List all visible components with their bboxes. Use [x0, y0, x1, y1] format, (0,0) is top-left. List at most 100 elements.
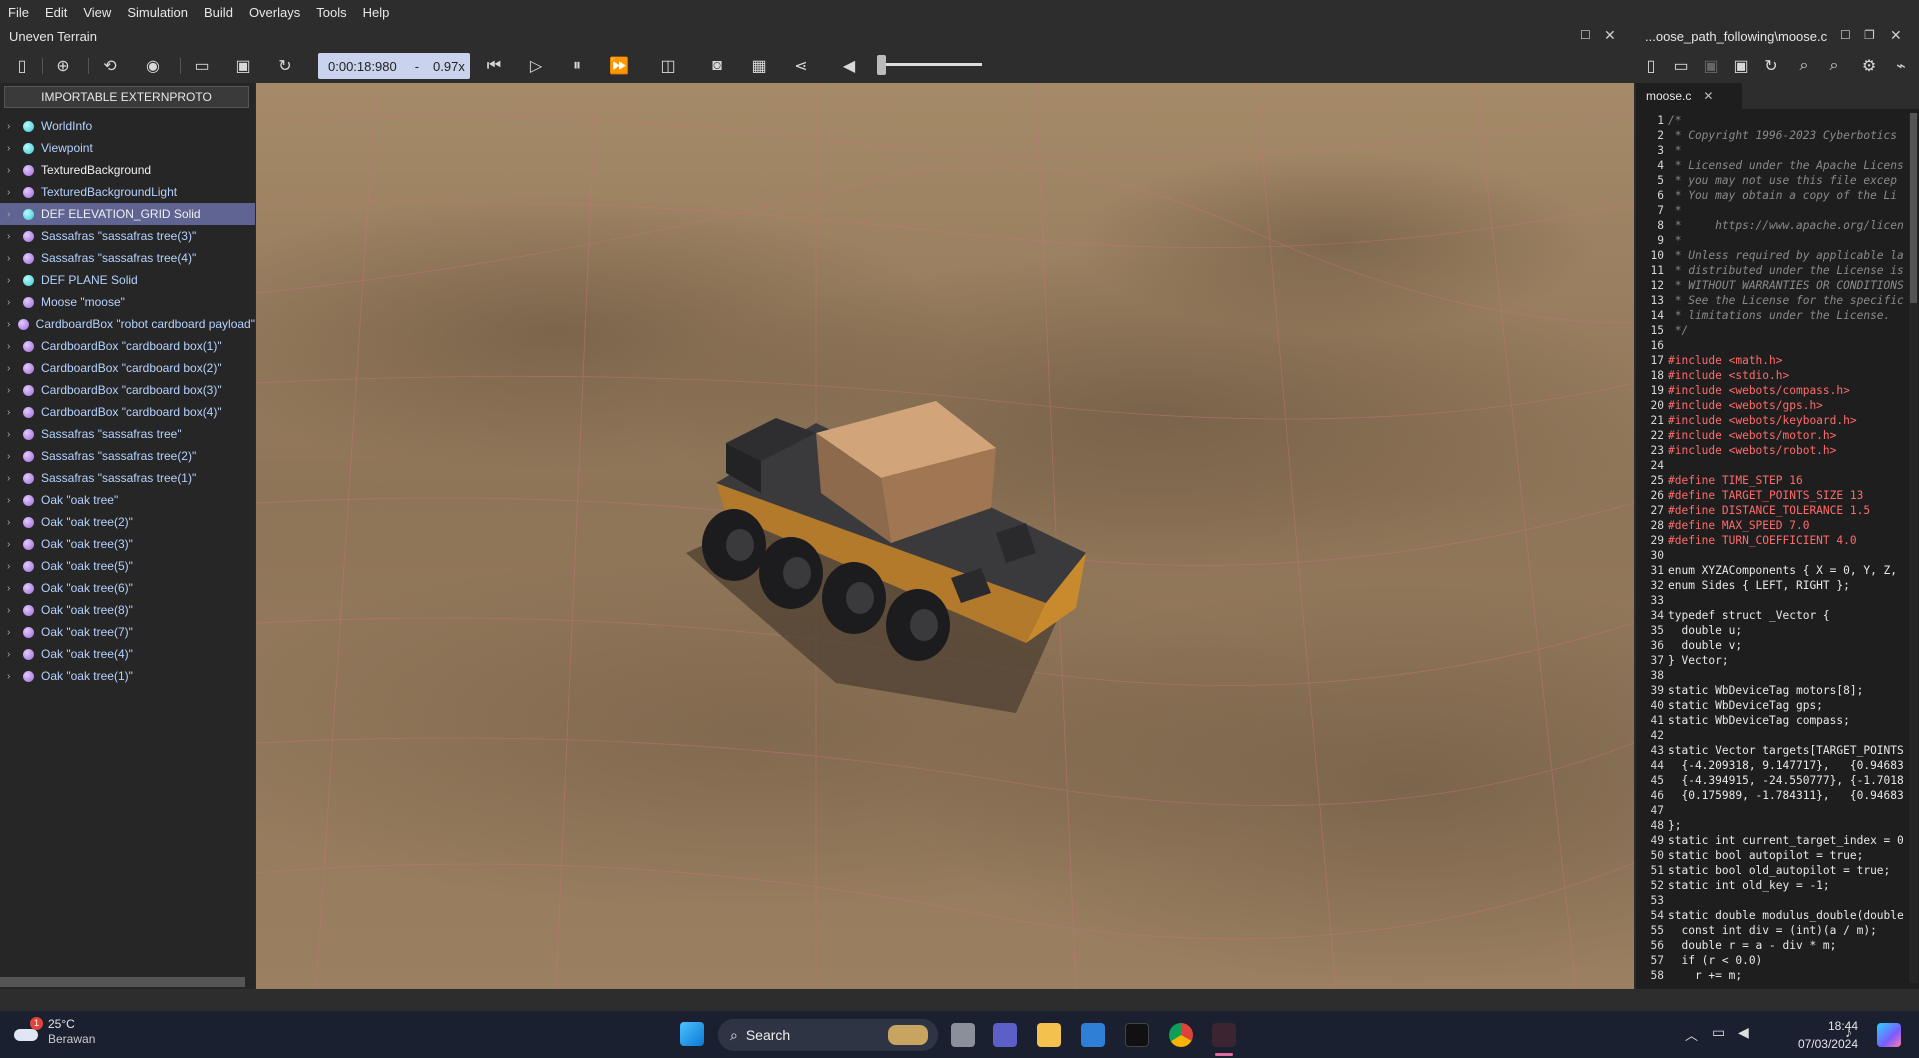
code-line[interactable]: 15 */: [1636, 323, 1919, 338]
code-line[interactable]: 27 #define DISTANCE_TOLERANCE 1.5: [1636, 503, 1919, 518]
volume-slider[interactable]: [880, 63, 982, 66]
menu-build[interactable]: Build: [196, 5, 241, 20]
code-line[interactable]: 46 {0.175989, -1.784311}, {0.94683: [1636, 788, 1919, 803]
copilot-icon[interactable]: [1877, 1023, 1901, 1047]
record-movie-icon[interactable]: ▦: [748, 55, 770, 77]
code-line[interactable]: 25 #define TIME_STEP 16: [1636, 473, 1919, 488]
step-back-icon[interactable]: ⏮: [483, 55, 505, 77]
volume-slider-handle[interactable]: [877, 55, 886, 75]
toggle-scene-tree-icon[interactable]: ▯: [11, 55, 33, 77]
chevron-right-icon[interactable]: ›: [7, 297, 17, 308]
volume-icon[interactable]: ◀: [838, 55, 860, 77]
scene-tree-item[interactable]: › Oak "oak tree(3)": [0, 533, 255, 555]
build-settings-icon[interactable]: ⚙: [1858, 55, 1880, 77]
scene-tree-item[interactable]: › CardboardBox "cardboard box(2)": [0, 357, 255, 379]
scene-tree-item[interactable]: › CardboardBox "cardboard box(3)": [0, 379, 255, 401]
weather-widget[interactable]: 1 25°C Berawan: [12, 1017, 95, 1047]
code-line[interactable]: 51 static bool old_autopilot = true;: [1636, 863, 1919, 878]
add-node-icon[interactable]: ⊕: [52, 55, 74, 77]
chevron-right-icon[interactable]: ›: [7, 363, 17, 374]
code-line[interactable]: 56 double r = a - div * m;: [1636, 938, 1919, 953]
save-world-icon[interactable]: ▣: [232, 55, 254, 77]
chevron-right-icon[interactable]: ›: [7, 495, 17, 506]
close-editor-icon[interactable]: ✕: [1890, 27, 1902, 44]
chrome-icon[interactable]: [1169, 1023, 1193, 1047]
start-icon[interactable]: [680, 1022, 704, 1046]
code-line[interactable]: 18 #include <stdio.h>: [1636, 368, 1919, 383]
code-line[interactable]: 58 r += m;: [1636, 968, 1919, 983]
code-line[interactable]: 52 static int old_key = -1;: [1636, 878, 1919, 893]
code-line[interactable]: 26 #define TARGET_POINTS_SIZE 13: [1636, 488, 1919, 503]
code-line[interactable]: 32 enum Sides { LEFT, RIGHT };: [1636, 578, 1919, 593]
chevron-right-icon[interactable]: ›: [7, 649, 17, 660]
save-file-icon[interactable]: ▣: [1700, 55, 1722, 77]
replace-icon[interactable]: ⌕: [1823, 55, 1845, 77]
code-line[interactable]: 19 #include <webots/compass.h>: [1636, 383, 1919, 398]
taskbar-search[interactable]: ⌕ Search: [718, 1019, 938, 1051]
chevron-right-icon[interactable]: ›: [7, 451, 17, 462]
chevron-right-icon[interactable]: ›: [7, 539, 17, 550]
code-line[interactable]: 20 #include <webots/gps.h>: [1636, 398, 1919, 413]
code-line[interactable]: 29 #define TURN_COEFFICIENT 4.0: [1636, 533, 1919, 548]
scene-tree-item[interactable]: › Sassafras "sassafras tree(3)": [0, 225, 255, 247]
code-line[interactable]: 23 #include <webots/robot.h>: [1636, 443, 1919, 458]
tiktok-icon[interactable]: [1125, 1023, 1149, 1047]
chevron-up-icon[interactable]: ︿: [1685, 1025, 1698, 1044]
menu-help[interactable]: Help: [355, 5, 398, 20]
scene-tree-item[interactable]: › DEF ELEVATION_GRID Solid: [0, 203, 255, 225]
chevron-right-icon[interactable]: ›: [7, 187, 17, 198]
network-icon[interactable]: ▭: [1712, 1024, 1725, 1041]
scene-tree-item[interactable]: › Sassafras "sassafras tree": [0, 423, 255, 445]
scene-tree-item[interactable]: › DEF PLANE Solid: [0, 269, 255, 291]
code-line[interactable]: 31 enum XYZAComponents { X = 0, Y, Z,: [1636, 563, 1919, 578]
open-file-icon[interactable]: ▭: [1670, 55, 1692, 77]
code-line[interactable]: 49 static int current_target_index = 0: [1636, 833, 1919, 848]
chevron-right-icon[interactable]: ›: [7, 231, 17, 242]
code-line[interactable]: 1 /*: [1636, 113, 1919, 128]
code-line[interactable]: 42: [1636, 728, 1919, 743]
chevron-right-icon[interactable]: ›: [7, 143, 17, 154]
code-line[interactable]: 17 #include <math.h>: [1636, 353, 1919, 368]
save-all-icon[interactable]: ▣: [1730, 55, 1752, 77]
code-line[interactable]: 7 *: [1636, 203, 1919, 218]
code-line[interactable]: 3 *: [1636, 143, 1919, 158]
code-line[interactable]: 30: [1636, 548, 1919, 563]
new-file-icon[interactable]: ▯: [1640, 55, 1662, 77]
pause-icon[interactable]: ⏸: [566, 55, 588, 77]
code-line[interactable]: 47: [1636, 803, 1919, 818]
code-line[interactable]: 10 * Unless required by applicable la: [1636, 248, 1919, 263]
code-line[interactable]: 36 double v;: [1636, 638, 1919, 653]
scene-tree-item[interactable]: › TexturedBackgroundLight: [0, 181, 255, 203]
code-line[interactable]: 55 const int div = (int)(a / m);: [1636, 923, 1919, 938]
teams-icon[interactable]: [993, 1023, 1017, 1047]
webots-icon[interactable]: [1212, 1023, 1236, 1047]
scene-tree-item[interactable]: › Sassafras "sassafras tree(4)": [0, 247, 255, 269]
menu-tools[interactable]: Tools: [308, 5, 354, 20]
close-icon[interactable]: ✕: [1604, 27, 1616, 44]
menu-edit[interactable]: Edit: [37, 5, 75, 20]
menu-simulation[interactable]: Simulation: [119, 5, 196, 20]
chevron-right-icon[interactable]: ›: [7, 429, 17, 440]
scene-tree-item[interactable]: › Sassafras "sassafras tree(1)": [0, 467, 255, 489]
scene-tree-item[interactable]: › Oak "oak tree(6)": [0, 577, 255, 599]
code-line[interactable]: 16: [1636, 338, 1919, 353]
code-line[interactable]: 8 * https://www.apache.org/licen: [1636, 218, 1919, 233]
code-line[interactable]: 11 * distributed under the License is: [1636, 263, 1919, 278]
chevron-right-icon[interactable]: ›: [7, 583, 17, 594]
chevron-right-icon[interactable]: ›: [7, 275, 17, 286]
code-line[interactable]: 44 {-4.209318, 9.147717}, {0.94683: [1636, 758, 1919, 773]
scene-tree-item[interactable]: › Oak "oak tree(7)": [0, 621, 255, 643]
code-line[interactable]: 40 static WbDeviceTag gps;: [1636, 698, 1919, 713]
scene-tree-item[interactable]: › Oak "oak tree(4)": [0, 643, 255, 665]
code-line[interactable]: 9 *: [1636, 233, 1919, 248]
chevron-right-icon[interactable]: ›: [7, 165, 17, 176]
play-icon[interactable]: ▷: [525, 55, 547, 77]
task-view-icon[interactable]: [951, 1023, 975, 1047]
horizontal-scrollbar[interactable]: [0, 977, 245, 987]
chevron-right-icon[interactable]: ›: [7, 319, 12, 330]
scene-tree-item[interactable]: › Sassafras "sassafras tree(2)": [0, 445, 255, 467]
scene-tree-item[interactable]: › Oak "oak tree(8)": [0, 599, 255, 621]
tab-moose-c[interactable]: moose.c ✕: [1636, 83, 1742, 109]
code-line[interactable]: 41 static WbDeviceTag compass;: [1636, 713, 1919, 728]
file-explorer-icon[interactable]: [1037, 1023, 1061, 1047]
